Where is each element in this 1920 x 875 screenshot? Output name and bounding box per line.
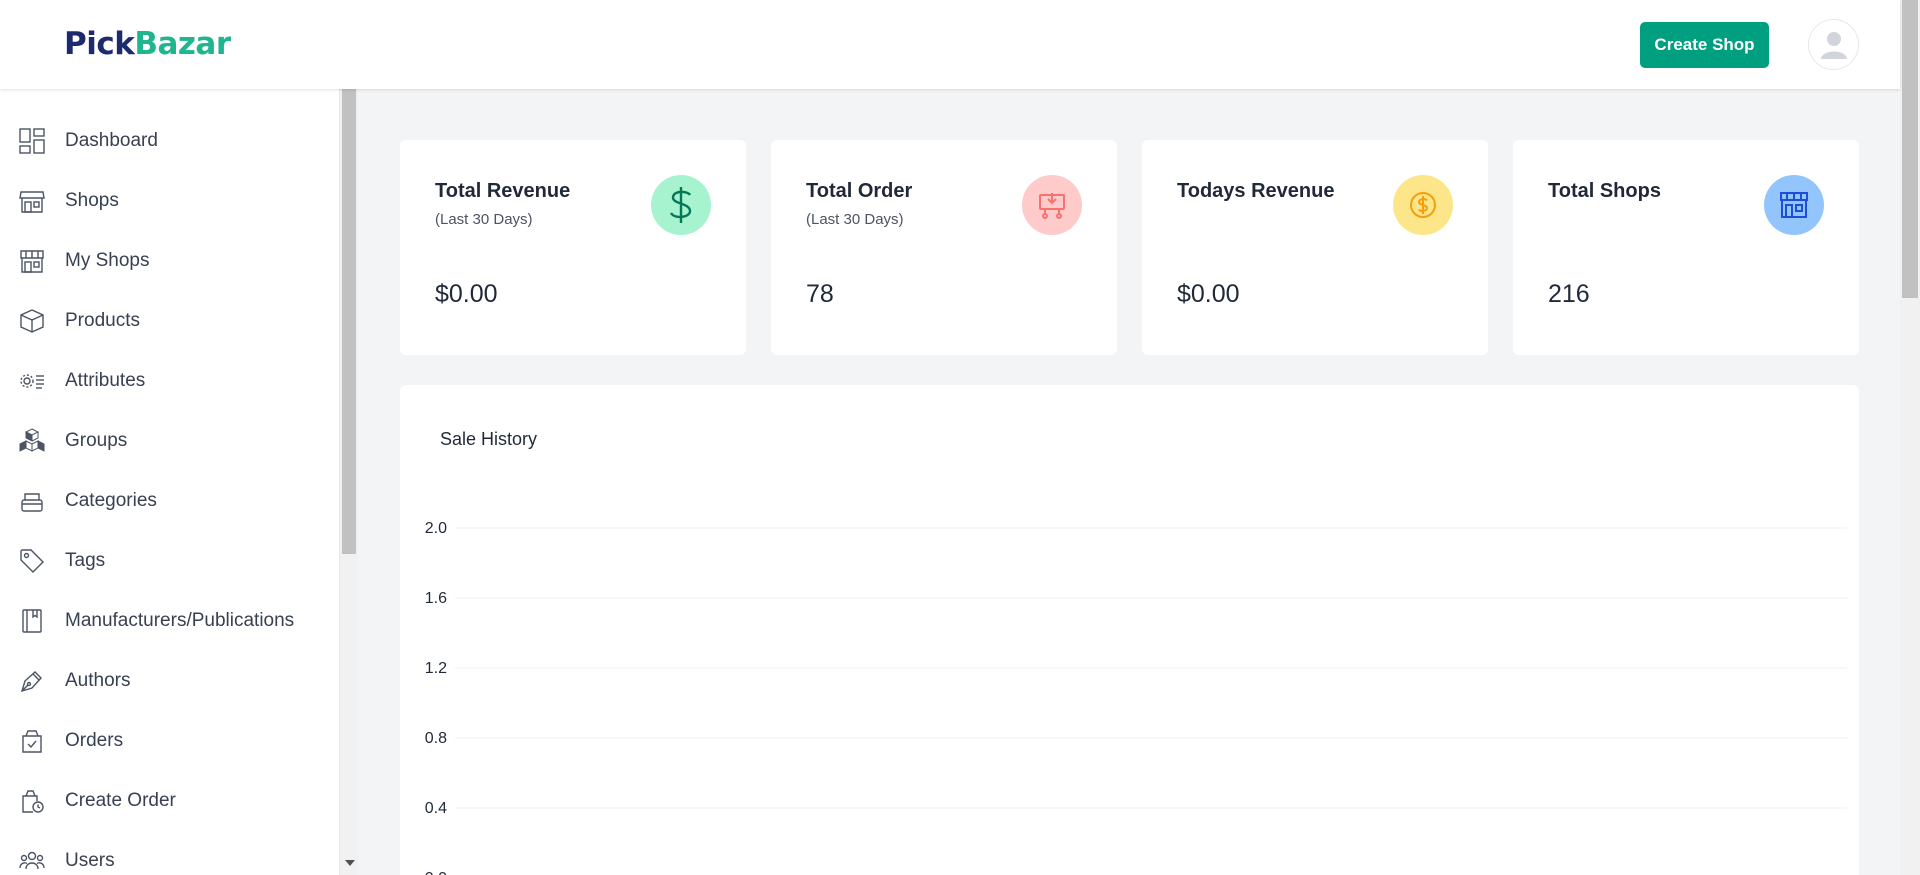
sidebar-item-label: Attributes xyxy=(65,370,146,391)
sidebar-scrollbar-thumb[interactable] xyxy=(342,89,356,554)
coin-icon xyxy=(1410,192,1436,218)
sidebar-item-users[interactable]: Users xyxy=(0,836,339,875)
stat-card-subtitle: (Last 30 Days) xyxy=(435,211,533,228)
sale-history-panel: Sale History 2.01.61.20.80.40.0 xyxy=(400,385,1859,875)
sidebar-item-label: Create Order xyxy=(65,790,176,811)
sidebar-item-categories[interactable]: Categories xyxy=(0,476,339,526)
y-axis-tick-label: 0.8 xyxy=(425,730,447,747)
stat-card-badge xyxy=(651,175,711,235)
sale-history-chart: 2.0 1.6 1.2 0.8 0.4 0.0 xyxy=(425,520,1847,875)
shop-icon xyxy=(19,191,45,213)
dashboard-icon xyxy=(19,128,45,154)
sidebar-item-label: Groups xyxy=(65,430,128,451)
sidebar-item-manufacturers[interactable]: Manufacturers/Publications xyxy=(0,596,339,646)
stat-card-title: Total Shops xyxy=(1548,180,1661,202)
sidebar-item-label: Users xyxy=(65,850,115,871)
stat-card-badge xyxy=(1022,175,1082,235)
y-axis-tick-label: 0.0 xyxy=(425,870,447,875)
sidebar-scroll-down-arrow[interactable] xyxy=(345,860,355,866)
user-avatar[interactable] xyxy=(1808,19,1859,70)
stat-card-total-order: Total Order (Last 30 Days) 78 xyxy=(771,140,1117,355)
book-icon xyxy=(22,609,42,633)
pickbazar-logo[interactable]: PickBazar xyxy=(64,26,231,62)
logo-part-2: Bazar xyxy=(134,26,231,62)
sidebar-item-label: Dashboard xyxy=(65,130,158,151)
sidebar-item-products[interactable]: Products xyxy=(0,296,339,346)
sidebar-item-label: Orders xyxy=(65,730,124,751)
create-order-icon xyxy=(22,790,44,813)
sidebar-item-attributes[interactable]: Attributes xyxy=(0,356,339,406)
stat-card-value: $0.00 xyxy=(1177,280,1240,308)
y-axis-tick-label: 2.0 xyxy=(425,520,447,537)
stat-card-value: 216 xyxy=(1548,280,1590,308)
top-header: PickBazar Create Shop xyxy=(0,0,1900,89)
tag-icon xyxy=(20,549,44,573)
sidebar-item-label: Categories xyxy=(65,490,157,511)
stat-card-total-revenue: Total Revenue (Last 30 Days) $0.00 xyxy=(400,140,746,355)
stat-card-total-shops: Total Shops 216 xyxy=(1513,140,1859,355)
dollar-icon xyxy=(669,187,692,223)
sidebar-item-my-shops[interactable]: My Shops xyxy=(0,236,339,286)
sidebar-item-create-order[interactable]: Create Order xyxy=(0,776,339,826)
sidebar-item-tags[interactable]: Tags xyxy=(0,536,339,586)
sidebar-item-shops[interactable]: Shops xyxy=(0,176,339,226)
y-axis-tick-label: 1.2 xyxy=(425,660,447,677)
stat-card-todays-revenue: Todays Revenue $0.00 xyxy=(1142,140,1488,355)
pen-icon xyxy=(20,671,42,693)
sidebar-item-label: My Shops xyxy=(65,250,150,271)
y-axis-tick-label: 0.4 xyxy=(425,800,447,817)
stat-card-title: Total Revenue xyxy=(435,180,571,202)
sidebar-item-orders[interactable]: Orders xyxy=(0,716,339,766)
sidebar-item-label: Products xyxy=(65,310,140,331)
sidebar-item-label: Manufacturers/Publications xyxy=(65,610,295,631)
sidebar-item-groups[interactable]: Groups xyxy=(0,416,339,466)
cart-download-icon xyxy=(1039,193,1065,219)
storefront-icon xyxy=(1780,192,1808,218)
stat-card-title: Todays Revenue xyxy=(1177,180,1335,202)
stat-card-value: 78 xyxy=(806,280,834,308)
attributes-icon xyxy=(20,374,44,389)
sidebar: Dashboard Shops My Shops Products Attrib… xyxy=(0,89,340,875)
create-shop-button[interactable]: Create Shop xyxy=(1640,22,1769,68)
stat-card-subtitle: (Last 30 Days) xyxy=(806,211,904,228)
sidebar-item-label: Tags xyxy=(65,550,106,571)
sidebar-item-dashboard[interactable]: Dashboard xyxy=(0,116,339,166)
product-box-icon xyxy=(20,309,44,333)
stat-card-value: $0.00 xyxy=(435,280,498,308)
groups-cubes-icon xyxy=(19,428,45,452)
page-scrollbar-thumb[interactable] xyxy=(1902,0,1918,298)
orders-bag-icon xyxy=(22,730,42,753)
stat-card-title: Total Order xyxy=(806,180,913,202)
categories-icon xyxy=(21,493,43,512)
logo-part-1: Pick xyxy=(64,26,135,62)
sidebar-item-authors[interactable]: Authors xyxy=(0,656,339,706)
users-icon xyxy=(19,851,45,870)
stat-card-badge xyxy=(1393,175,1453,235)
my-shops-icon xyxy=(20,250,44,273)
sidebar-item-label: Shops xyxy=(65,190,119,211)
stat-card-badge xyxy=(1764,175,1824,235)
y-axis-tick-label: 1.6 xyxy=(425,590,447,607)
user-avatar-icon xyxy=(1820,31,1847,59)
sidebar-item-label: Authors xyxy=(65,670,131,691)
